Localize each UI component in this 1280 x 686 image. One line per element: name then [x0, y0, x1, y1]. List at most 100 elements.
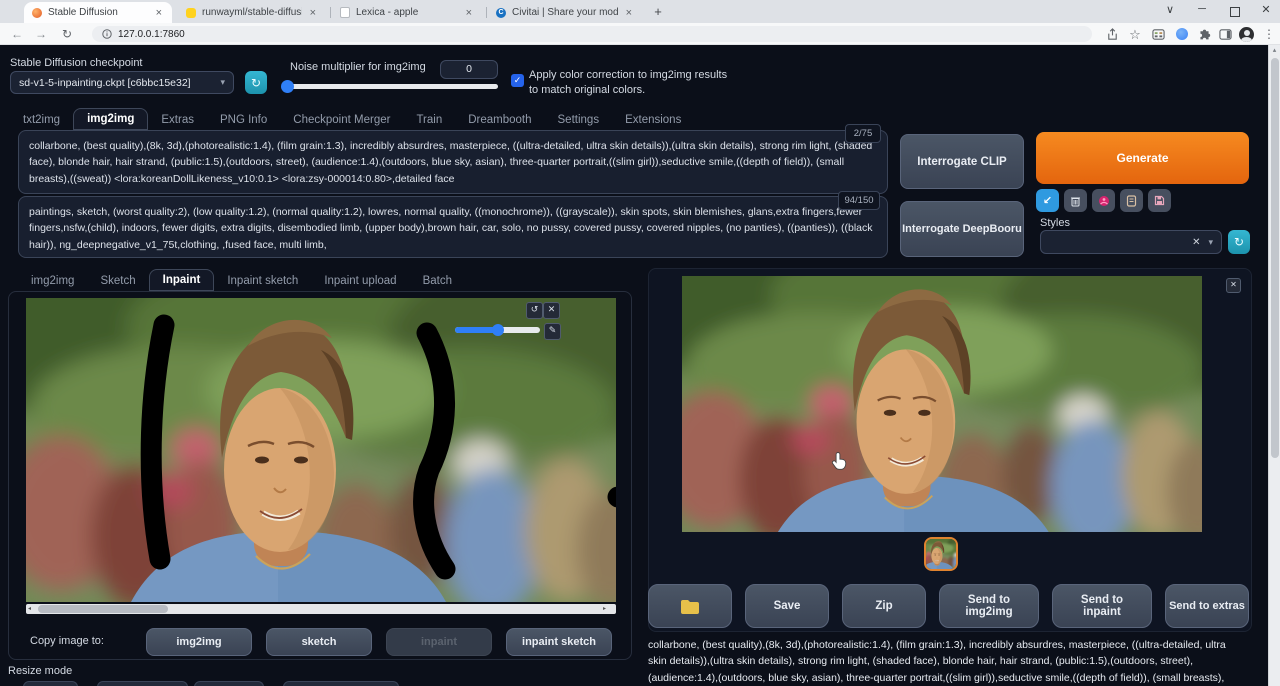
clear-styles-icon[interactable]: ✕ [1192, 237, 1200, 248]
tab-img2img[interactable]: img2img [73, 108, 149, 130]
tab-close-icon[interactable]: × [464, 7, 474, 19]
tab-close-icon[interactable]: × [154, 7, 164, 19]
subtab-batch[interactable]: Batch [410, 271, 465, 291]
copy-to-sketch-button[interactable]: sketch [266, 628, 372, 656]
noise-multiplier-slider[interactable] [282, 84, 498, 89]
img2img-tab-bar: img2img Sketch Inpaint Inpaint sketch In… [18, 267, 465, 291]
clear-image-button[interactable]: ✕ [543, 302, 560, 319]
scroll-up-icon[interactable]: ▴ [1269, 46, 1280, 54]
tab-checkpoint-merger[interactable]: Checkpoint Merger [280, 110, 403, 130]
zip-button[interactable]: Zip [842, 584, 926, 628]
page-scrollbar[interactable]: ▴ [1268, 45, 1280, 686]
brush-slider-handle[interactable] [492, 324, 504, 336]
scroll-right-icon[interactable]: ▸ [603, 605, 606, 612]
tab-train[interactable]: Train [403, 110, 455, 130]
resize-mode-option-2[interactable] [97, 681, 188, 686]
lexica-favicon [340, 7, 350, 18]
menu-dots-icon[interactable]: ⋮ [1260, 26, 1278, 42]
inpaint-canvas-image[interactable] [26, 298, 616, 602]
apply-styles-button[interactable] [1120, 189, 1143, 212]
gallery-thumbnail-selected[interactable] [924, 537, 958, 571]
new-tab-button[interactable]: + [650, 4, 666, 20]
resize-mode-option-1[interactable] [23, 681, 78, 686]
resize-mode-option-4[interactable] [283, 681, 399, 686]
bookmark-star-icon[interactable]: ☆ [1126, 27, 1144, 43]
minimize-window-icon[interactable]: ─ [1194, 3, 1210, 15]
extension-blue-icon[interactable] [1176, 28, 1188, 40]
send-to-img2img-button[interactable]: Send to img2img [939, 584, 1039, 628]
copy-to-img2img-button[interactable]: img2img [146, 628, 252, 656]
noise-multiplier-value[interactable]: 0 [440, 60, 498, 79]
send-to-inpaint-button[interactable]: Send to inpaint [1052, 584, 1152, 628]
side-panel-icon[interactable] [1219, 28, 1232, 41]
noise-multiplier-label: Noise multiplier for img2img [290, 61, 426, 73]
tab-txt2img[interactable]: txt2img [10, 110, 73, 130]
subtab-inpaint[interactable]: Inpaint [148, 269, 215, 291]
address-bar[interactable]: 127.0.0.1:7860 [92, 26, 1092, 42]
tab-settings[interactable]: Settings [545, 110, 613, 130]
browser-tab-stable-diffusion[interactable]: Stable Diffusion × [24, 2, 172, 23]
tab-title: Civitai | Share your models [512, 7, 618, 18]
styles-dropdown[interactable]: ✕ ▾ [1040, 230, 1222, 254]
subtab-sketch[interactable]: Sketch [87, 271, 148, 291]
result-image[interactable] [682, 276, 1202, 532]
reload-icon[interactable]: ↻ [58, 26, 76, 42]
tab-extras[interactable]: Extras [148, 110, 207, 130]
extra-networks-button[interactable] [1092, 189, 1115, 212]
prompt-textarea[interactable]: collarbone, (best quality),(8k, 3d),(pho… [18, 130, 888, 194]
close-gallery-button[interactable]: ✕ [1226, 278, 1241, 293]
page-scrollbar-thumb[interactable] [1270, 58, 1279, 458]
site-info-icon[interactable] [102, 29, 112, 39]
subtab-inpaint-sketch[interactable]: Inpaint sketch [214, 271, 311, 291]
save-style-button[interactable] [1148, 189, 1171, 212]
civitai-favicon: C [496, 7, 506, 18]
style-card-icon [1126, 194, 1137, 207]
checkpoint-dropdown[interactable]: sd-v1-5-inpainting.ckpt [c6bbc15e32] ▾ [10, 71, 234, 94]
refresh-styles-button[interactable]: ↻ [1228, 230, 1250, 254]
send-to-extras-button[interactable]: Send to extras [1165, 584, 1249, 628]
tab-extensions[interactable]: Extensions [612, 110, 694, 130]
tab-png-info[interactable]: PNG Info [207, 110, 280, 130]
chevron-down-icon: ▾ [220, 77, 225, 87]
copy-to-inpaint-sketch-button[interactable]: inpaint sketch [506, 628, 612, 656]
browser-tab-lexica[interactable]: Lexica - apple × [332, 2, 482, 23]
canvas-horizontal-scrollbar[interactable]: ◂ ▸ [26, 604, 616, 614]
tab-close-icon[interactable]: × [308, 7, 318, 19]
back-icon[interactable]: ← [8, 26, 26, 42]
browser-tabstrip: Stable Diffusion × runwayml/stable-diffu… [0, 0, 1280, 23]
interrogate-deepbooru-button[interactable]: Interrogate DeepBooru [900, 201, 1024, 257]
main-tab-bar: txt2img img2img Extras PNG Info Checkpoi… [10, 106, 694, 130]
browser-tab-runwayml[interactable]: runwayml/stable-diffusion-inpa × [178, 2, 326, 23]
tab-title: Stable Diffusion [48, 7, 118, 18]
subtab-img2img[interactable]: img2img [18, 271, 87, 291]
save-button[interactable]: Save [745, 584, 829, 628]
extension-film-icon[interactable] [1152, 28, 1165, 41]
interrogate-clip-button[interactable]: Interrogate CLIP [900, 134, 1024, 189]
maximize-window-icon[interactable] [1230, 7, 1240, 17]
generate-button[interactable]: Generate [1036, 132, 1249, 184]
tab-search-chevron-icon[interactable]: ∨ [1162, 3, 1178, 16]
brush-settings-button[interactable]: ✎ [544, 323, 561, 340]
tab-close-icon[interactable]: × [624, 7, 634, 19]
undo-button[interactable]: ↺ [526, 302, 543, 319]
scrollbar-thumb[interactable] [38, 605, 168, 613]
clear-prompt-button[interactable] [1064, 189, 1087, 212]
styles-label: Styles [1040, 217, 1070, 229]
open-folder-button[interactable] [648, 584, 732, 628]
paste-parameters-button[interactable]: ↙ [1036, 189, 1059, 212]
forward-icon[interactable]: → [32, 26, 50, 42]
color-correction-checkbox[interactable]: ✓ [511, 74, 524, 87]
negative-prompt-textarea[interactable]: paintings, sketch, (worst quality:2), (l… [18, 196, 888, 258]
subtab-inpaint-upload[interactable]: Inpaint upload [311, 271, 409, 291]
copy-to-inpaint-button-disabled: inpaint [386, 628, 492, 656]
extensions-puzzle-icon[interactable] [1198, 28, 1211, 41]
noise-slider-handle[interactable] [281, 80, 294, 93]
refresh-checkpoint-button[interactable]: ↻ [245, 71, 267, 94]
browser-tab-civitai[interactable]: C Civitai | Share your models × [488, 2, 642, 23]
tab-dreambooth[interactable]: Dreambooth [455, 110, 544, 130]
resize-mode-option-3[interactable] [194, 681, 264, 686]
share-icon[interactable] [1106, 28, 1119, 41]
close-window-icon[interactable]: ✕ [1258, 3, 1274, 16]
profile-avatar[interactable] [1239, 27, 1254, 42]
scroll-left-icon[interactable]: ◂ [28, 605, 31, 612]
